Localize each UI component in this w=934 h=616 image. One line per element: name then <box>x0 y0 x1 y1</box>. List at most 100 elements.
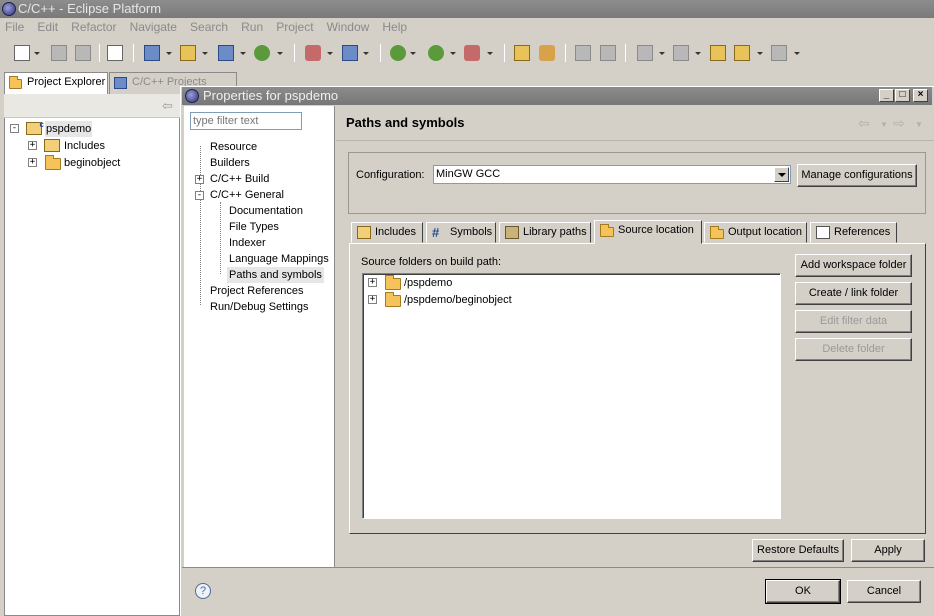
menu-navigate[interactable]: Navigate <box>125 18 182 36</box>
build-dropdown-icon[interactable] <box>327 52 333 55</box>
menu-file[interactable]: File <box>0 18 29 36</box>
forward-dropdown-icon[interactable] <box>794 52 800 55</box>
new-cpp-project-icon[interactable] <box>144 45 160 61</box>
external-tools-dropdown-icon[interactable] <box>487 52 493 55</box>
tab-references[interactable]: References <box>810 222 897 243</box>
back-dropdown-icon[interactable]: ▼ <box>880 120 888 129</box>
maximize-button[interactable]: □ <box>895 89 910 102</box>
back-dropdown-icon[interactable] <box>757 52 763 55</box>
minimize-button[interactable]: _ <box>879 89 894 102</box>
collapse-icon[interactable]: - <box>10 124 19 133</box>
tab-symbols[interactable]: # Symbols <box>426 222 496 243</box>
delete-folder-button[interactable]: Delete folder <box>795 338 912 361</box>
build-target-dropdown-icon[interactable] <box>363 52 369 55</box>
new-project-dropdown-icon[interactable] <box>166 52 172 55</box>
back-arrow-icon[interactable]: ⇦ <box>858 115 870 132</box>
expand-icon[interactable]: + <box>28 158 37 167</box>
menu-refactor[interactable]: Refactor <box>66 18 121 36</box>
tab-project-explorer[interactable]: Project Explorer <box>4 72 108 94</box>
collapse-icon[interactable]: - <box>195 191 204 200</box>
menu-run[interactable]: Run <box>236 18 268 36</box>
close-button[interactable]: × <box>913 89 928 102</box>
new-dropdown-icon[interactable] <box>34 52 40 55</box>
menu-edit[interactable]: Edit <box>32 18 63 36</box>
manage-configurations-button[interactable]: Manage configurations <box>797 164 917 187</box>
source-folder-path: /pspdemo/beginobject <box>404 294 512 306</box>
menu-project[interactable]: Project <box>271 18 318 36</box>
tab-library-paths[interactable]: Library paths <box>499 222 591 243</box>
back-arrow-icon[interactable] <box>734 45 750 61</box>
forward-arrow-icon[interactable] <box>771 45 787 61</box>
expand-icon[interactable]: + <box>368 295 377 304</box>
explorer-toolbar: ⇦ <box>4 94 180 118</box>
apply-button[interactable]: Apply <box>851 539 925 562</box>
chevron-down-icon[interactable] <box>774 167 789 182</box>
folder-icon <box>385 292 401 307</box>
run-dropdown-icon[interactable] <box>450 52 456 55</box>
nav-project-references[interactable]: Project References <box>208 283 306 299</box>
next-annotation-icon[interactable] <box>637 45 653 61</box>
debug-dropdown-icon[interactable] <box>410 52 416 55</box>
new-folder-dropdown-icon[interactable] <box>202 52 208 55</box>
new-class-icon[interactable] <box>218 45 234 61</box>
c-project-icon <box>26 117 44 135</box>
nav-builders[interactable]: Builders <box>208 155 252 171</box>
restore-defaults-button[interactable]: Restore Defaults <box>752 539 844 562</box>
new-class-dropdown-icon[interactable] <box>240 52 246 55</box>
next-annotation-dropdown-icon[interactable] <box>659 52 665 55</box>
nav-run-debug-settings[interactable]: Run/Debug Settings <box>208 299 310 315</box>
last-edit-icon[interactable] <box>710 45 726 61</box>
new-icon[interactable] <box>14 45 30 61</box>
source-folders-tree[interactable] <box>362 273 781 519</box>
nav-documentation[interactable]: Documentation <box>227 203 305 219</box>
prev-annotation-dropdown-icon[interactable] <box>695 52 701 55</box>
prev-annotation-icon[interactable] <box>673 45 689 61</box>
new-wizard-dropdown-icon[interactable] <box>277 52 283 55</box>
nav-file-types[interactable]: File Types <box>227 219 281 235</box>
edit-filter-data-button[interactable]: Edit filter data <box>795 310 912 333</box>
tab-source-location[interactable]: Source location <box>594 220 702 244</box>
new-wizard-icon[interactable] <box>254 45 270 61</box>
debug-icon[interactable] <box>390 45 406 61</box>
forward-dropdown-icon[interactable]: ▼ <box>915 120 923 129</box>
open-type-icon[interactable] <box>514 45 530 61</box>
add-workspace-folder-button[interactable]: Add workspace folder <box>795 254 912 277</box>
binary-icon[interactable] <box>107 45 123 61</box>
tab-output-location[interactable]: Output location <box>704 222 807 243</box>
help-icon[interactable]: ? <box>195 583 211 599</box>
back-arrow-icon[interactable]: ⇦ <box>162 98 173 114</box>
new-folder-icon[interactable] <box>180 45 196 61</box>
nav-indexer[interactable]: Indexer <box>227 235 268 251</box>
ok-button[interactable]: OK <box>765 579 841 604</box>
run-icon[interactable] <box>428 45 444 61</box>
menu-search[interactable]: Search <box>185 18 233 36</box>
tab-label: Output location <box>728 226 802 238</box>
build-target-icon[interactable] <box>342 45 358 61</box>
create-link-folder-button[interactable]: Create / link folder <box>795 282 912 305</box>
configuration-select[interactable]: MinGW GCC <box>433 165 791 184</box>
expand-icon[interactable]: + <box>28 141 37 150</box>
nav-cpp-general[interactable]: C/C++ General <box>208 187 286 203</box>
nav-cpp-build[interactable]: C/C++ Build <box>208 171 271 187</box>
build-hammer-icon[interactable] <box>305 45 321 61</box>
nav-language-mappings[interactable]: Language Mappings <box>227 251 331 267</box>
toggle-mark-icon[interactable] <box>575 45 591 61</box>
search-icon[interactable] <box>539 45 555 61</box>
tab-includes[interactable]: Includes <box>351 222 423 243</box>
expand-icon[interactable]: + <box>195 175 204 184</box>
source-folder-icon <box>45 155 61 170</box>
external-tools-icon[interactable] <box>464 45 480 61</box>
print-icon[interactable] <box>75 45 91 61</box>
toggle-block-icon[interactable] <box>600 45 616 61</box>
toolbar-separator <box>294 44 295 62</box>
cancel-button[interactable]: Cancel <box>847 580 921 603</box>
page-title: Paths and symbols <box>346 115 465 130</box>
expand-icon[interactable]: + <box>368 278 377 287</box>
menu-window[interactable]: Window <box>322 18 375 36</box>
filter-input[interactable] <box>190 112 302 130</box>
nav-resource[interactable]: Resource <box>208 139 259 155</box>
save-icon[interactable] <box>51 45 67 61</box>
menu-help[interactable]: Help <box>377 18 412 36</box>
forward-arrow-icon[interactable]: ⇨ <box>893 115 905 132</box>
nav-paths-and-symbols[interactable]: Paths and symbols <box>227 267 324 283</box>
